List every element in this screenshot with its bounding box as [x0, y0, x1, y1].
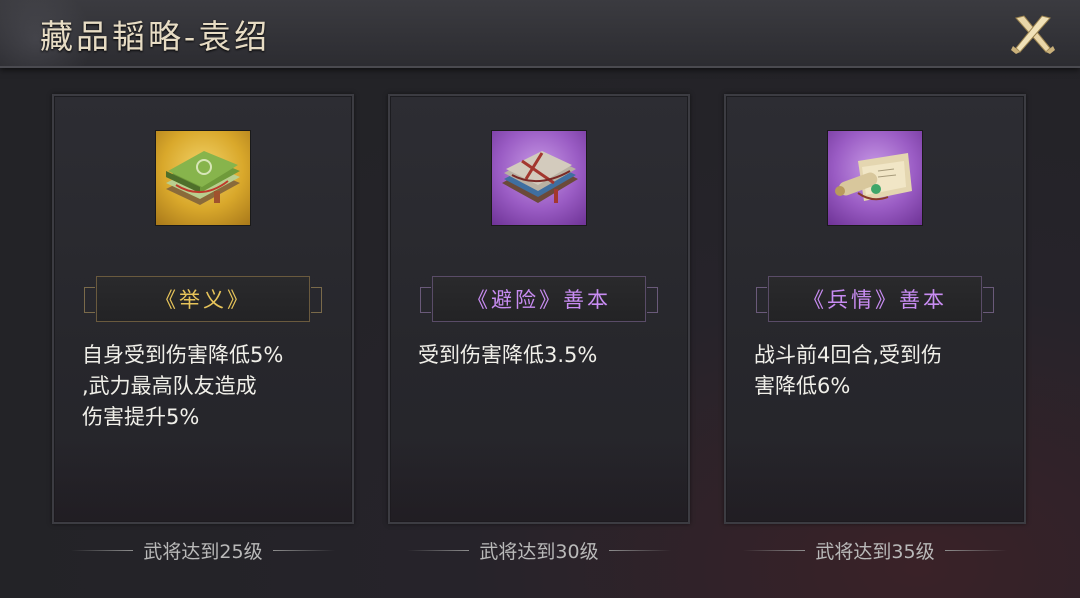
level-requirement: 武将达到35级 — [724, 536, 1026, 564]
divider — [71, 549, 134, 551]
item-slot[interactable] — [827, 130, 923, 226]
description-line: ,武力最高队友造成 — [82, 374, 257, 398]
collection-name: 《兵情》善本 — [803, 288, 947, 312]
card-shade — [390, 442, 688, 522]
requirement-text: 武将达到35级 — [815, 540, 935, 563]
divider — [272, 549, 335, 551]
level-requirement: 武将达到30级 — [388, 536, 690, 564]
description-line: 伤害提升5% — [82, 405, 200, 429]
description-line: 战斗前4回合,受到伤 — [754, 343, 943, 367]
divider — [608, 549, 671, 551]
requirement-text: 武将达到30级 — [479, 540, 599, 563]
card-shade — [54, 442, 352, 522]
divider — [944, 549, 1007, 551]
collection-name-plate: 《举义》 — [84, 276, 322, 322]
collection-description: 战斗前4回合,受到伤 害降低6% — [754, 340, 1004, 402]
item-slot[interactable] — [155, 130, 251, 226]
green-book-bundle-icon — [166, 151, 240, 205]
bound-book-icon — [502, 151, 578, 203]
item-slot[interactable] — [491, 130, 587, 226]
card-shade — [726, 442, 1024, 522]
collection-card-2: 《避险》善本 受到伤害降低3.5% — [388, 94, 690, 524]
collection-name-plate: 《兵情》善本 — [756, 276, 994, 322]
collection-name-plate: 《避险》善本 — [420, 276, 658, 322]
collection-name: 《避险》善本 — [467, 288, 611, 312]
collection-description: 自身受到伤害降低5% ,武力最高队友造成 伤害提升5% — [82, 340, 332, 433]
divider — [407, 549, 470, 551]
divider — [743, 549, 806, 551]
collection-description: 受到伤害降低3.5% — [418, 340, 668, 371]
requirement-text: 武将达到25级 — [143, 540, 263, 563]
collection-name: 《举义》 — [155, 288, 251, 312]
description-line: 害降低6% — [754, 374, 851, 398]
description-line: 自身受到伤害降低5% — [82, 343, 284, 367]
scroll-icon — [835, 153, 912, 201]
collection-card-3: 《兵情》善本 战斗前4回合,受到伤 害降低6% — [724, 94, 1026, 524]
collection-card-1: 《举义》 自身受到伤害降低5% ,武力最高队友造成 伤害提升5% — [52, 94, 354, 524]
level-requirement: 武将达到25级 — [52, 536, 354, 564]
description-line: 受到伤害降低3.5% — [418, 343, 598, 367]
